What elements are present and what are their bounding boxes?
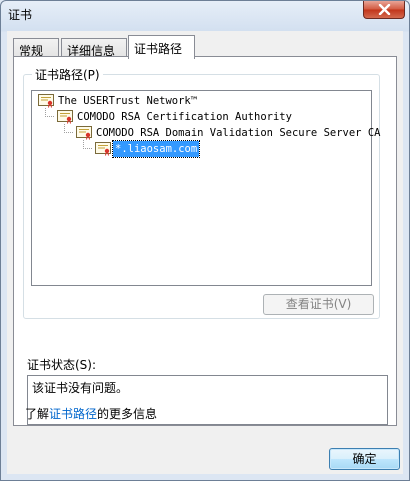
tab-page-certification-path: 证书路径(P) The USERTrust Network™ COMODO RS… [13,56,397,426]
certificate-icon [38,94,54,108]
tree-connector [64,132,73,133]
tab-details[interactable]: 详细信息 [61,38,127,58]
certification-path-group: 证书路径(P) The USERTrust Network™ COMODO RS… [23,66,380,319]
close-icon [378,4,391,15]
learn-more-suffix: 的更多信息 [97,407,158,421]
close-button[interactable] [363,1,405,19]
title-bar[interactable]: 证书 [1,1,409,27]
certificate-status-label: 证书状态(S): [27,358,97,372]
dialog-client-area: 常规 详细信息 证书路径 证书路径(P) The USERTrust Netwo… [7,31,403,474]
tree-node-label: The USERTrust Network™ [58,95,198,107]
learn-more-text: 了解证书路径的更多信息 [25,405,157,422]
certificate-icon [95,142,111,156]
tab-certification-path[interactable]: 证书路径 [128,35,195,59]
tree-connector [45,116,54,117]
certificate-icon [57,110,73,124]
view-certificate-button[interactable]: 查看证书(V) [263,294,374,315]
certification-path-tree[interactable]: The USERTrust Network™ COMODO RSA Certif… [31,90,380,286]
certification-path-link[interactable]: 证书路径 [49,407,97,421]
tree-node-label: COMODO RSA Domain Validation Secure Serv… [96,127,381,139]
certification-path-label: 证书路径(P) [32,66,103,83]
window-title: 证书 [8,8,33,22]
tab-general[interactable]: 常规 [13,38,59,58]
certificate-icon [76,126,92,140]
ok-button[interactable]: 确定 [329,448,400,470]
certificate-dialog: 证书 常规 详细信息 证书路径 证书路径(P) The USERTrust Ne… [0,0,410,481]
tree-node-label: COMODO RSA Certification Authority [77,111,292,123]
learn-more-prefix: 了解 [25,407,50,421]
tree-connector [83,148,92,149]
tree-node-label: *.liaosam.com [111,140,201,158]
